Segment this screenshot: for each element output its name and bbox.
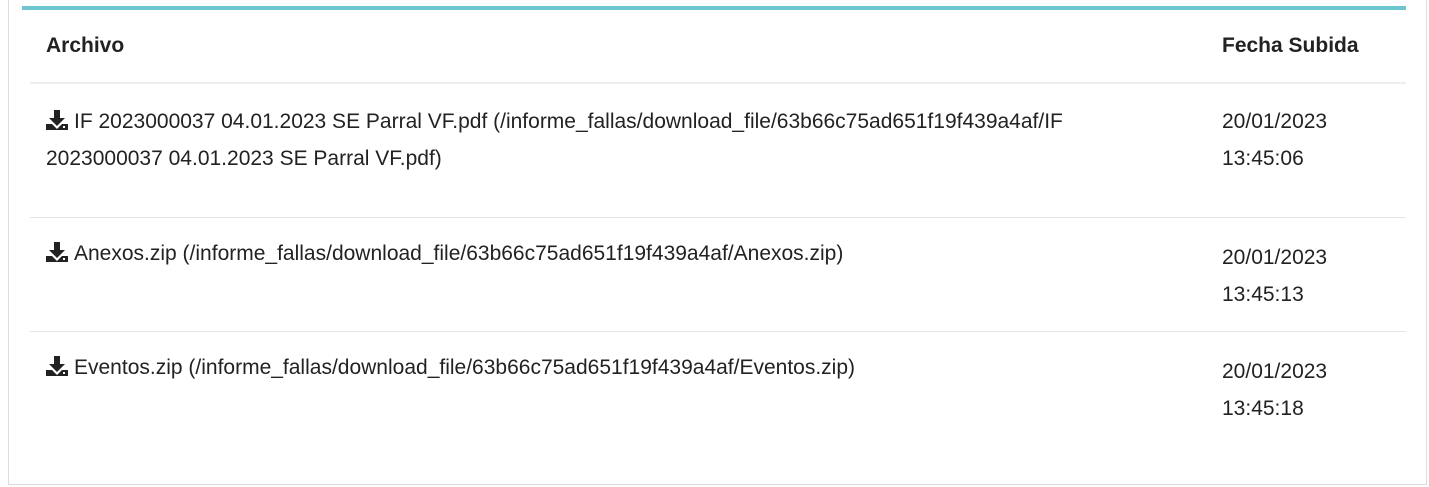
table-row: IF 2023000037 04.01.2023 SE Parral VF.pd… bbox=[30, 83, 1406, 218]
file-link-text: IF 2023000037 04.01.2023 SE Parral VF.pd… bbox=[46, 110, 1063, 170]
file-link-text: Anexos.zip (/informe_fallas/download_fil… bbox=[74, 241, 844, 265]
download-icon bbox=[46, 241, 68, 262]
file-cell: IF 2023000037 04.01.2023 SE Parral VF.pd… bbox=[30, 83, 1206, 218]
upload-date: 20/01/2023 bbox=[1222, 359, 1328, 383]
file-link-text: Eventos.zip (/informe_fallas/download_fi… bbox=[74, 355, 856, 379]
files-table: Archivo Fecha Subida IF 2023000037 04.01… bbox=[30, 10, 1406, 445]
column-header-archivo: Archivo bbox=[30, 10, 1206, 84]
upload-time: 13:45:18 bbox=[1222, 396, 1304, 420]
table-header-row: Archivo Fecha Subida bbox=[30, 10, 1406, 84]
upload-date: 20/01/2023 bbox=[1222, 110, 1328, 133]
file-cell: Anexos.zip (/informe_fallas/download_fil… bbox=[30, 217, 1206, 332]
file-cell: Eventos.zip (/informe_fallas/download_fi… bbox=[30, 331, 1206, 445]
download-icon bbox=[46, 110, 68, 130]
table-row: Eventos.zip (/informe_fallas/download_fi… bbox=[30, 331, 1406, 445]
upload-date-cell: 20/01/2023 13:45:18 bbox=[1206, 331, 1406, 445]
column-header-fecha-subida: Fecha Subida bbox=[1206, 10, 1406, 84]
table-row: Anexos.zip (/informe_fallas/download_fil… bbox=[30, 217, 1406, 332]
file-download-link[interactable]: IF 2023000037 04.01.2023 SE Parral VF.pd… bbox=[46, 110, 1063, 170]
upload-date-cell: 20/01/2023 13:45:06 bbox=[1206, 83, 1406, 218]
file-download-link[interactable]: Anexos.zip (/informe_fallas/download_fil… bbox=[46, 241, 844, 265]
upload-date-cell: 20/01/2023 13:45:13 bbox=[1206, 217, 1406, 332]
upload-date: 20/01/2023 bbox=[1222, 245, 1328, 269]
upload-time: 13:45:06 bbox=[1222, 147, 1304, 170]
file-download-link[interactable]: Eventos.zip (/informe_fallas/download_fi… bbox=[46, 355, 856, 379]
download-icon bbox=[46, 355, 68, 376]
upload-time: 13:45:13 bbox=[1222, 282, 1304, 306]
